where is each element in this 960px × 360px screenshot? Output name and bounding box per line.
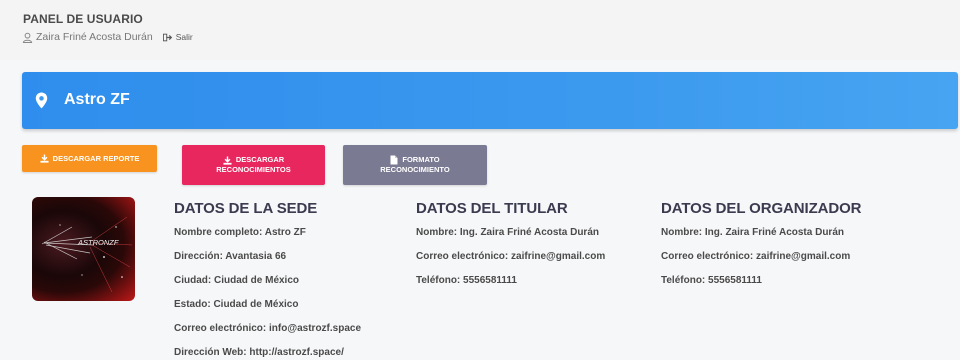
- venue-email: Correo electrónico: info@astrozf.space: [174, 323, 362, 334]
- owner-phone: Teléfono: 5556581111: [416, 275, 517, 286]
- venue-logo: ASTRONZF: [32, 197, 135, 301]
- owner-name: Nombre: Ing. Zaira Friné Acosta Durán: [416, 227, 599, 238]
- recognition-format-label-2: RECONOCIMIENTO: [380, 165, 450, 174]
- download-report-label: DESCARGAR REPORTE: [52, 153, 140, 163]
- astro-logo-graphic: ASTRONZF: [41, 216, 133, 293]
- panel-title: PANEL DE USUARIO: [23, 12, 143, 26]
- venue-data-section: DATOS DE LA SEDE Nombre completo: Astro …: [174, 200, 361, 360]
- logo-text: ASTRONZF: [77, 238, 119, 247]
- venue-data-heading: DATOS DE LA SEDE: [174, 200, 318, 217]
- organizer-name: Nombre: Ing. Zaira Friné Acosta Durán: [661, 227, 844, 238]
- download-recognitions-label-2: RECONOCIMIENTOS: [216, 165, 291, 174]
- top-bar: PANEL DE USUARIO Zaira Friné Acosta Durá…: [0, 0, 960, 60]
- organizer-phone: Teléfono: 5556581111: [661, 275, 762, 286]
- owner-data-section: DATOS DEL TITULAR Nombre: Ing. Zaira Fri…: [416, 200, 605, 298]
- venue-address: Dirección: Avantasia 66: [174, 251, 287, 262]
- organizer-data-heading: DATOS DEL ORGANIZADOR: [661, 200, 862, 217]
- download-report-button[interactable]: DESCARGAR REPORTE: [22, 145, 157, 172]
- owner-data-heading: DATOS DEL TITULAR: [416, 200, 568, 217]
- venue-city: Ciudad: Ciudad de México: [174, 275, 300, 286]
- map-marker-icon: [35, 92, 48, 109]
- sign-out-icon: [162, 33, 172, 41]
- download-recognitions-button[interactable]: DESCARGAR RECONOCIMIENTOS: [182, 145, 325, 185]
- venue-web: Dirección Web: http://astrozf.space/: [174, 347, 344, 358]
- download-icon: [223, 155, 232, 165]
- venue-state: Estado: Ciudad de México: [174, 299, 299, 310]
- file-icon: [390, 155, 398, 165]
- user-name: Zaira Friné Acosta Durán: [36, 31, 153, 43]
- download-icon: [40, 154, 49, 163]
- venue-header: Astro ZF: [22, 72, 958, 129]
- logout-label: Salir: [175, 32, 193, 42]
- recognition-format-button[interactable]: FORMATO RECONOCIMIENTO: [343, 145, 487, 185]
- download-recognitions-label-1: DESCARGAR: [235, 155, 285, 164]
- user-info: Zaira Friné Acosta Durán Salir: [22, 30, 193, 44]
- owner-email: Correo electrónico: zaifrine@gmail.com: [416, 251, 606, 262]
- organizer-email: Correo electrónico: zaifrine@gmail.com: [661, 251, 851, 262]
- venue-full-name: Nombre completo: Astro ZF: [174, 227, 306, 238]
- venue-name: Astro ZF: [64, 91, 130, 108]
- organizer-data-section: DATOS DEL ORGANIZADOR Nombre: Ing. Zaira…: [661, 200, 862, 298]
- logout-link[interactable]: Salir: [162, 32, 193, 42]
- user-icon: [22, 32, 33, 43]
- recognition-format-label-1: FORMATO: [402, 155, 440, 164]
